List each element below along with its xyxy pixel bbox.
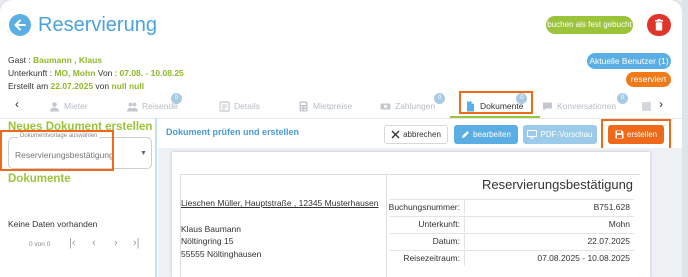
detail-separator <box>464 234 465 249</box>
created-value: 22.07.2025 <box>50 81 94 91</box>
detail-value: B751.628 <box>593 202 630 212</box>
period-value: 07.08. - 10.08.25 <box>119 68 184 78</box>
detail-value: 22.07.2025 <box>587 236 630 246</box>
detail-row: Buchungsnummer: B751.628 <box>388 199 634 215</box>
recipient-name: Klaus Baumann <box>181 224 242 234</box>
no-data-message: Keine Daten vorhanden <box>8 219 98 229</box>
pager-count: 0 von 0 <box>29 241 51 248</box>
accommodation-value: MO, Mohn <box>54 68 96 78</box>
tab-label: Zahlungen <box>395 101 436 111</box>
page-title: Reservierung <box>38 14 157 36</box>
calculator-icon <box>298 101 309 112</box>
note-icon <box>641 101 652 112</box>
tab-mietpreise[interactable]: Mietpreise <box>298 99 352 113</box>
tab-label: Mietpreise <box>313 101 353 111</box>
chat-icon <box>542 101 553 112</box>
last-page-icon[interactable]: ›| <box>133 237 140 249</box>
delete-button[interactable] <box>647 14 671 36</box>
first-page-icon[interactable]: |‹ <box>69 237 76 249</box>
accommodation-info: Unterkunft : MO, Mohn Von : 07.08. - 10.… <box>8 68 184 78</box>
created-label: Erstellt am <box>8 81 51 91</box>
edit-button[interactable]: bearbeiten <box>454 125 518 144</box>
sidebar-divider <box>155 118 157 277</box>
group-icon <box>127 101 138 112</box>
detail-separator <box>464 200 465 215</box>
money-icon <box>380 101 391 112</box>
doc-divider-top <box>180 174 640 175</box>
book-fixed-button[interactable]: buchen als fest gebucht <box>546 16 633 34</box>
detail-label: Datum: <box>432 236 460 246</box>
window-edge <box>682 0 688 277</box>
detail-label: Reisezeitraum: <box>403 253 460 263</box>
recipient-street: Nöltingring 15 <box>181 236 234 246</box>
tab-mieter[interactable]: Mieter <box>49 99 88 113</box>
detail-row: Datum: 22.07.2025 <box>390 233 634 249</box>
main-title: Dokument prüfen und erstellen <box>166 127 300 137</box>
guest-label: Gast : <box>8 55 34 65</box>
created-info: Erstellt am 22.07.2025 von null null <box>8 81 144 91</box>
trash-icon <box>655 19 663 31</box>
doc-divider-vertical <box>386 174 387 277</box>
highlight-frame-create <box>601 119 671 150</box>
detail-label: Buchungsnummer: <box>388 202 460 212</box>
tab-zahlungen[interactable]: Zahlungen 0 <box>380 93 446 113</box>
accommodation-label: Unterkunft : <box>8 68 55 78</box>
highlight-frame-select <box>0 130 114 171</box>
close-icon <box>391 130 400 139</box>
list-icon <box>219 100 230 112</box>
active-tab-underline <box>450 116 540 118</box>
tab-details[interactable]: Details <box>219 99 260 113</box>
tab-badge: 0 <box>617 93 629 104</box>
detail-value: Mohn <box>608 219 630 229</box>
detail-label: Unterkunft: <box>418 219 460 229</box>
detail-separator <box>464 251 465 266</box>
detail-separator <box>464 217 465 232</box>
current-users-button[interactable]: Aktuelle Benutzer (1) <box>587 53 671 69</box>
tab-label: Details <box>234 101 260 111</box>
chevron-right-icon[interactable]: › <box>659 97 663 111</box>
tab-more[interactable] <box>641 99 652 113</box>
guest-value: Baumann , Klaus <box>33 55 103 65</box>
cancel-button[interactable]: abbrechen <box>384 125 448 144</box>
back-button[interactable] <box>9 14 31 36</box>
period-label: Von : <box>95 68 120 78</box>
tab-badge: 0 <box>170 93 182 104</box>
person-icon <box>49 101 60 112</box>
recipient-city: 55555 Nöltinghausen <box>181 249 262 259</box>
status-badge: reserviert <box>626 72 671 87</box>
pencil-icon <box>462 131 470 138</box>
detail-value: 07.08.2025 - 10.08.2025 <box>537 253 630 263</box>
chevron-left-icon[interactable]: ‹ <box>15 97 19 111</box>
tab-reisende[interactable]: Reisende 0 <box>127 93 182 113</box>
created-by-label: von <box>93 81 112 91</box>
detail-row: Reisezeitraum: 07.08.2025 - 10.08.2025 <box>390 250 634 266</box>
highlight-frame-tab <box>459 91 533 114</box>
preview-label: PDF-Vorschau <box>540 130 593 139</box>
arrow-left-icon <box>14 19 26 31</box>
monitor-icon <box>527 130 538 139</box>
reservation-panel: Reservierung buchen als fest gebucht Gas… <box>0 0 682 277</box>
tab-konversationen[interactable]: Konversationen 0 <box>542 93 629 113</box>
next-page-icon[interactable]: › <box>114 237 118 249</box>
cancel-label: abbrechen <box>403 130 441 139</box>
pdf-preview-button[interactable]: PDF-Vorschau <box>523 125 597 144</box>
document-title: Reservierungsbestätigung <box>482 177 634 192</box>
tab-label: Konversationen <box>557 101 617 111</box>
guest-info: Gast : Baumann , Klaus <box>8 55 102 65</box>
detail-row: Unterkunft: Mohn <box>390 216 634 232</box>
sender-line: Lieschen Müller, Hauptstraße , 12345 Mus… <box>181 198 379 208</box>
edit-label: bearbeiten <box>473 130 511 139</box>
caret-down-icon[interactable]: ▼ <box>140 150 147 157</box>
tab-label: Mieter <box>64 101 88 111</box>
documents-heading: Dokumente <box>8 173 71 185</box>
created-by-value: null null <box>111 81 145 91</box>
prev-page-icon[interactable]: ‹ <box>92 237 96 249</box>
